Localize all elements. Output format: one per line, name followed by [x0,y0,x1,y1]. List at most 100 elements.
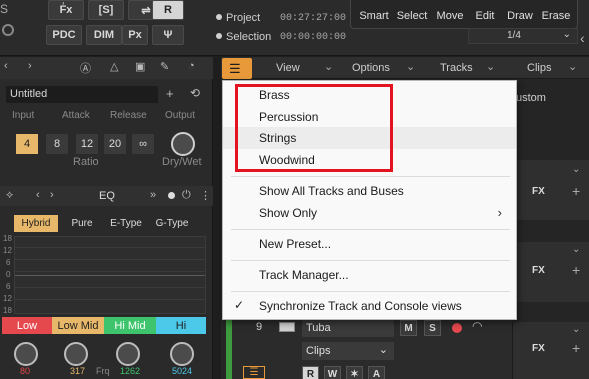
menu-item-sync-views[interactable]: ✓ Synchronize Track and Console views [223,295,516,317]
tab-warning-icon[interactable]: △ [110,60,118,73]
menu-separator [231,176,510,177]
preset-name-field[interactable]: Untitled [6,86,158,103]
eq-module-icon[interactable]: ⟡ [6,189,13,202]
record-arm-icon[interactable] [452,323,462,333]
expand-chevron-icon[interactable]: ⌄ [572,324,580,335]
menu-item-show-only[interactable]: Show Only › [223,202,516,224]
submenu-arrow-icon: › [497,205,502,220]
tool-edit[interactable]: Edit [466,0,504,26]
eq-grid-label: 0 [6,270,11,279]
add-fx-icon[interactable]: + [572,340,580,356]
fx-label[interactable]: FX [532,265,545,276]
track-view-menu-button[interactable]: ☰ [222,58,252,79]
expand-icon[interactable]: » [150,189,156,201]
menu-item-new-preset[interactable]: New Preset... [223,233,516,255]
expand-chevron-icon[interactable]: ⌄ [572,244,580,255]
expand-chevron-icon[interactable]: ⌄ [572,164,580,175]
chevron-down-icon: ⌄ [568,61,578,73]
eq-mode-gtype[interactable]: G-Type [150,215,194,232]
menu-tracks[interactable]: Tracks [440,62,473,74]
fx-label[interactable]: FX [532,343,545,354]
ratio-8-button[interactable]: 8 [46,134,68,154]
tool-smart[interactable]: Smart [355,0,393,26]
highlight-annotation-box [235,84,393,172]
drywet-knob[interactable] [171,132,195,156]
ratio-20-button[interactable]: 20 [104,134,126,154]
fx-toggle-button[interactable]: F̾x [48,0,84,20]
mute-button[interactable]: M [400,320,417,336]
radio-dot-icon [216,14,222,20]
ratio-label: Ratio [73,156,99,168]
px-button[interactable]: Px [122,25,148,45]
chevron-down-icon: ⌄ [406,61,416,73]
tuner-button[interactable]: Ψ [152,25,184,45]
menu-item-track-manager[interactable]: Track Manager... [223,264,516,286]
eq-lowmid-knob[interactable] [64,342,88,366]
lane-mode-select[interactable]: Clips ⌄ [302,342,394,360]
eq-grid-label: 6 [6,282,11,291]
eq-graph[interactable] [14,236,206,314]
eq-band-hi[interactable]: Hi [156,317,206,334]
automation-button[interactable]: ✶ [346,366,363,379]
menu-lines-icon: ☰ [229,61,241,76]
read-automation-button[interactable]: R [152,0,184,20]
drywet-label: Dry/Wet [162,156,202,168]
tool-draw[interactable]: Draw [501,0,539,26]
menu-separator [231,291,510,292]
power-icon[interactable]: ⏻ [182,189,191,202]
eq-band-himid[interactable]: Hi Mid [104,317,156,334]
read-button[interactable]: R [302,366,319,379]
eq-mode-hybrid[interactable]: Hybrid [14,215,58,232]
eq-header: ⟡ ‹ › EQ » ⏻ ⋮ [0,186,213,206]
menu-options[interactable]: Options [352,62,390,74]
menu-clips[interactable]: Clips [527,62,551,74]
add-fx-icon[interactable]: + [572,183,580,199]
menu-item-show-all[interactable]: Show All Tracks and Buses [223,180,516,202]
dim-button[interactable]: DIM [86,25,122,45]
tool-move[interactable]: Move [431,0,469,26]
add-icon[interactable]: + [166,86,174,101]
tab-image-icon[interactable]: ▣ [135,60,145,73]
eq-hi-knob[interactable] [170,342,194,366]
fx-label[interactable]: FX [532,186,545,197]
selection-label: Selection [226,31,272,43]
track-name-field[interactable]: Tuba [302,320,394,337]
grip-icon[interactable]: ⋮ [200,189,211,202]
eq-hi-value: 5024 [172,366,193,376]
power-dot-icon[interactable] [168,192,175,199]
eq-himid-value: 1262 [120,366,141,376]
arrow-left-icon[interactable]: ‹ [4,60,8,72]
eq-low-knob[interactable] [14,342,38,366]
tab-edit-icon[interactable]: ✎ [160,60,169,73]
archive-button[interactable]: A [368,366,385,379]
snap-resolution-select[interactable]: 1/4 ⌄ [468,28,578,44]
eq-band-lowmid[interactable]: Low Mid [52,317,104,334]
track-menu-button[interactable]: ☰ [243,366,265,379]
tool-erase[interactable]: Erase [537,0,575,26]
arrow-left-icon[interactable]: ‹ [36,189,40,201]
write-button[interactable]: W [324,366,341,379]
tab-a-icon[interactable]: Ⓐ [80,60,91,76]
arrow-right-icon[interactable]: › [28,60,32,72]
solo-override-button[interactable]: [S] [88,0,124,20]
arrow-right-icon[interactable]: › [50,189,54,201]
eq-mode-pure[interactable]: Pure [60,215,104,232]
input-echo-icon[interactable]: ◠ [472,319,482,333]
solo-button[interactable]: S [424,320,441,336]
ratio-4-button[interactable]: 4 [16,134,38,154]
menu-view[interactable]: View [276,62,300,74]
pdc-button[interactable]: PDC [46,25,82,45]
add-fx-icon[interactable]: + [572,262,580,278]
eq-band-low[interactable]: Low [2,317,52,334]
menu-separator [231,260,510,261]
ratio-12-button[interactable]: 12 [76,134,98,154]
collapse-chevron-icon[interactable]: ‹ [580,30,585,46]
tool-select[interactable]: Select [393,0,431,26]
eq-mode-etype[interactable]: E-Type [104,215,148,232]
reset-icon[interactable]: ⟲ [190,86,200,100]
eq-himid-knob[interactable] [116,342,140,366]
tab-clock-icon[interactable]: ◔ [188,60,195,72]
chevron-down-icon: ⌄ [486,61,496,73]
ratio-inf-button[interactable]: ∞ [132,134,154,154]
eq-grid-label: 6 [6,258,11,267]
